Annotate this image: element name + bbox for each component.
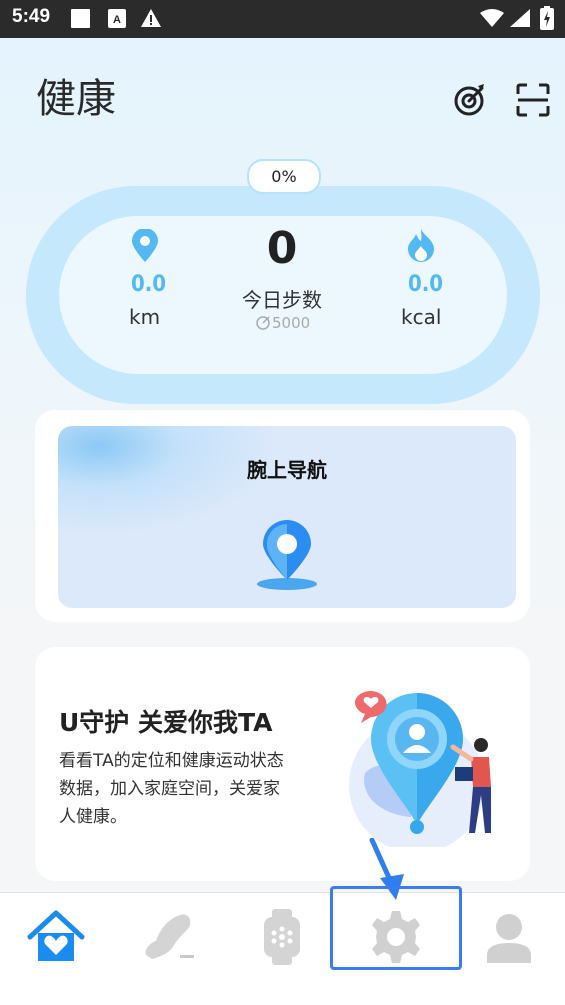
u-guard-desc-line: 看看TA的定位和健康运动状态 — [59, 751, 284, 771]
wrist-navigation-card[interactable]: 腕上导航 — [35, 410, 530, 622]
progress-percent-badge: 0% — [247, 159, 321, 194]
flame-icon — [408, 229, 434, 262]
status-time: 5:49 — [12, 6, 51, 27]
u-guard-card[interactable]: U守护 关爱你我TA 看看TA的定位和健康运动状态 数据，加入家庭空间，关爱家 … — [35, 647, 530, 881]
calories-unit: kcal — [401, 305, 442, 329]
u-guard-desc-line: 人健康。 — [59, 807, 127, 827]
shoe-icon[interactable] — [140, 905, 204, 969]
page-title: 健康 — [36, 76, 116, 122]
svg-text:A: A — [113, 14, 121, 26]
bottom-tab-bar — [0, 892, 565, 1005]
target-goal-icon[interactable] — [452, 82, 488, 118]
annotation-highlight-box — [330, 886, 462, 970]
goal-small-icon — [256, 316, 270, 330]
home-heart-icon[interactable] — [24, 905, 88, 969]
u-guard-title: U守护 关爱你我TA — [59, 708, 273, 737]
u-guard-desc-line: 数据，加入家庭空间，关爱家 — [59, 779, 280, 799]
scan-icon[interactable] — [515, 82, 551, 118]
wrist-navigation-title: 腕上导航 — [247, 458, 327, 482]
location-pin-icon — [132, 229, 158, 262]
signal-icon — [510, 9, 530, 27]
calories-value: 0.0 — [408, 272, 444, 297]
steps-goal: 5000 — [272, 314, 311, 332]
watch-icon[interactable] — [250, 905, 314, 969]
wrist-navigation-banner: 腕上导航 — [58, 426, 516, 608]
health-page: 健康 0% 0.0 km 0 今日步数 5000 0.0 kcal 腕上导航 U… — [0, 38, 565, 892]
steps-value: 0 — [266, 223, 298, 274]
warning-icon — [141, 9, 161, 27]
navigation-pin-icon — [257, 520, 317, 590]
distance-unit: km — [129, 305, 161, 329]
status-bar: 5:49 A — [0, 0, 565, 38]
distance-value: 0.0 — [131, 272, 167, 297]
notification-a-icon: A — [108, 9, 126, 28]
family-guard-illustration — [349, 691, 491, 847]
notification-square-icon — [71, 9, 90, 28]
steps-label: 今日步数 — [242, 288, 322, 312]
wifi-icon — [480, 9, 504, 27]
battery-icon — [540, 6, 554, 30]
u-guard-description: 看看TA的定位和健康运动状态 数据，加入家庭空间，关爱家 人健康。 — [59, 747, 319, 831]
user-icon[interactable] — [477, 905, 541, 969]
